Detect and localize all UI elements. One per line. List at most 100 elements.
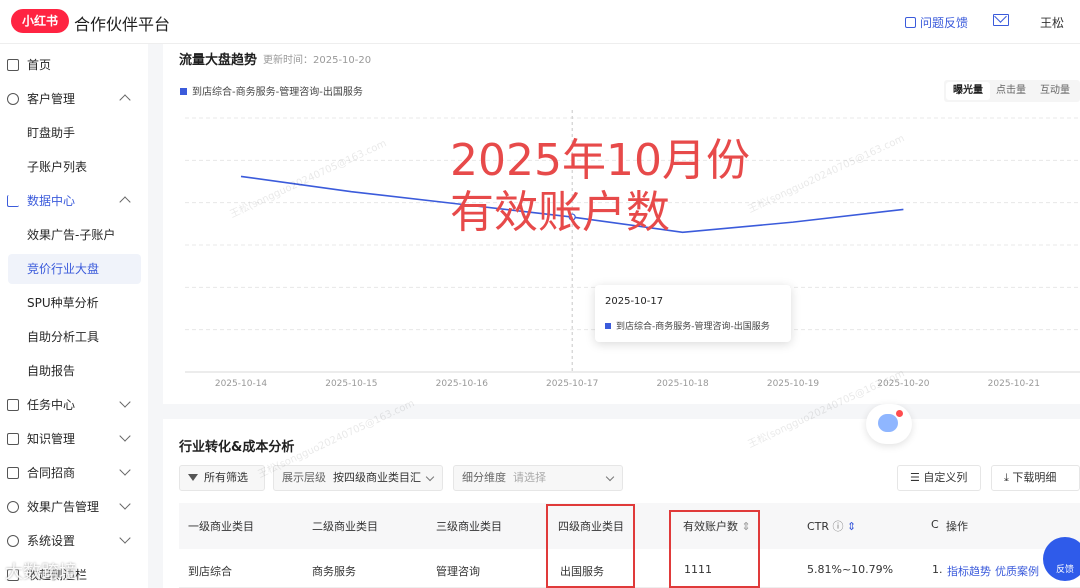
sidebar-item-label: 子账户列表 bbox=[27, 160, 88, 174]
user-name[interactable]: 王松 bbox=[1040, 14, 1064, 31]
button-label: 所有筛选 bbox=[204, 471, 248, 484]
user-icon bbox=[7, 93, 19, 105]
mail-icon[interactable] bbox=[993, 14, 1009, 26]
x-tick-label: 2025-10-18 bbox=[656, 379, 709, 389]
button-label: 下载明细 bbox=[1012, 471, 1057, 484]
sidebar-item-bidding-industry[interactable]: 竞价行业大盘 bbox=[8, 254, 141, 284]
download-button[interactable]: ⤓ 下载明细 bbox=[991, 465, 1080, 491]
sidebar-item-self-report[interactable]: 自助报告 bbox=[0, 356, 148, 386]
table-cell: 到店综合 bbox=[188, 565, 232, 578]
user-icon bbox=[7, 501, 19, 513]
sliders-icon: ☰ bbox=[910, 471, 924, 484]
select-placeholder: 请选择 bbox=[513, 471, 546, 484]
sidebar-item-monitor-assistant[interactable]: 盯盘助手 bbox=[0, 118, 148, 148]
cases-link[interactable]: 优质案例 bbox=[995, 563, 1039, 579]
sort-icon: ⇕ bbox=[847, 520, 857, 533]
brand-logo[interactable]: 小红书 bbox=[11, 9, 69, 33]
sidebar-item-label: 数据中心 bbox=[27, 194, 76, 208]
highlight-box bbox=[669, 510, 760, 588]
sidebar-item-label: 效果广告-子账户 bbox=[27, 228, 116, 242]
tooltip-series-label: 到店综合-商务服务-管理咨询-出国服务 bbox=[616, 322, 770, 332]
sidebar-item-label: 客户管理 bbox=[27, 92, 76, 106]
sidebar-item-customers[interactable]: 客户管理 bbox=[0, 84, 148, 114]
sidebar-item-label: 知识管理 bbox=[27, 432, 76, 446]
ai-assistant-button[interactable] bbox=[866, 404, 912, 444]
x-tick-label: 2025-10-21 bbox=[988, 379, 1040, 389]
filter-icon bbox=[188, 474, 198, 481]
x-tick-label: 2025-10-17 bbox=[546, 379, 598, 389]
sidebar-item-label: 竞价行业大盘 bbox=[27, 262, 100, 276]
sidebar-item-effect-ads-mgmt[interactable]: 效果广告管理 bbox=[0, 492, 148, 522]
x-tick-label: 2025-10-14 bbox=[215, 379, 268, 389]
column-header-sortable[interactable]: CTR ⓘ ⇕ bbox=[807, 518, 856, 534]
table-cell: 1. bbox=[932, 563, 943, 576]
sidebar-item-home[interactable]: 首页 bbox=[0, 50, 148, 80]
custom-columns-button[interactable]: ☰ 自定义列 bbox=[897, 465, 981, 491]
column-header: 操作 bbox=[946, 520, 968, 533]
column-header: 三级商业类目 bbox=[436, 520, 502, 533]
dimension-select[interactable]: 细分维度 请选择 bbox=[453, 465, 623, 491]
sidebar-item-label: 自助报告 bbox=[27, 364, 76, 378]
chevron-down-icon bbox=[425, 472, 435, 482]
trend-link[interactable]: 指标趋势 bbox=[947, 563, 991, 579]
level-select[interactable]: 展示层级 按四级商业类目汇 bbox=[273, 465, 443, 491]
chevron-down-icon bbox=[119, 396, 131, 408]
sidebar-item-spu-analysis[interactable]: SPU种草分析 bbox=[0, 288, 148, 318]
notification-dot bbox=[896, 410, 903, 417]
sidebar-item-label: 任务中心 bbox=[27, 398, 76, 412]
sidebar-item-label: 首页 bbox=[27, 58, 52, 72]
feedback-icon bbox=[905, 17, 916, 28]
x-tick-label: 2025-10-15 bbox=[325, 379, 377, 389]
table-cell: 5.81%~10.79% bbox=[807, 563, 894, 576]
sidebar-item-label: SPU种草分析 bbox=[27, 296, 99, 310]
document-icon bbox=[7, 467, 19, 479]
all-filters-button[interactable]: 所有筛选 bbox=[179, 465, 265, 491]
tooltip-date: 2025-10-17 bbox=[605, 296, 664, 307]
column-header-label: CTR bbox=[807, 520, 830, 533]
sidebar-item-label: 盯盘助手 bbox=[27, 126, 76, 140]
sidebar-item-contracts[interactable]: 合同招商 bbox=[0, 458, 148, 488]
tooltip-series: 到店综合-商务服务-管理咨询-出国服务 bbox=[605, 319, 770, 332]
help-icon: ⓘ bbox=[832, 520, 844, 533]
sidebar-item-self-analysis[interactable]: 自助分析工具 bbox=[0, 322, 148, 352]
table-cell: 管理咨询 bbox=[436, 565, 480, 578]
x-tick-label: 2025-10-16 bbox=[436, 379, 489, 389]
feedback-link[interactable]: 问题反馈 bbox=[905, 14, 968, 31]
annotation-line-2: 有效账户数 bbox=[450, 187, 670, 238]
chevron-down-icon bbox=[119, 498, 131, 510]
sidebar-item-label: 系统设置 bbox=[27, 534, 76, 548]
sidebar: 首页 客户管理 盯盘助手 子账户列表 数据中心 效果广告-子账户 竞价行业大盘 … bbox=[0, 44, 148, 588]
sidebar-item-knowledge[interactable]: 知识管理 bbox=[0, 424, 148, 454]
chevron-down-icon bbox=[605, 472, 615, 482]
select-value: 按四级商业类目汇 bbox=[333, 471, 421, 484]
top-bar: 小红书 合作伙伴平台 问题反馈 王松 bbox=[0, 0, 1080, 44]
highlight-box bbox=[546, 504, 635, 588]
column-header: 一级商业类目 bbox=[188, 520, 254, 533]
sidebar-item-settings[interactable]: 系统设置 bbox=[0, 526, 148, 556]
chevron-down-icon bbox=[119, 532, 131, 544]
column-header: C bbox=[931, 518, 939, 531]
x-tick-label: 2025-10-19 bbox=[767, 379, 820, 389]
panel-title: 行业转化&成本分析 bbox=[179, 440, 295, 455]
sidebar-item-tasks[interactable]: 任务中心 bbox=[0, 390, 148, 420]
sidebar-item-data-center[interactable]: 数据中心 bbox=[0, 186, 148, 216]
chart-icon bbox=[7, 195, 19, 207]
sidebar-item-sub-accounts[interactable]: 子账户列表 bbox=[0, 152, 148, 182]
table-cell: 商务服务 bbox=[312, 565, 356, 578]
sidebar-item-label: 自助分析工具 bbox=[27, 330, 100, 344]
select-label: 展示层级 bbox=[282, 471, 326, 484]
bottom-watermark: 大数跨境 bbox=[5, 562, 77, 583]
book-icon bbox=[7, 433, 19, 445]
tooltip-swatch bbox=[605, 323, 611, 329]
feedback-label: 问题反馈 bbox=[920, 16, 969, 30]
sidebar-item-effect-ads-sub[interactable]: 效果广告-子账户 bbox=[0, 220, 148, 250]
sidebar-item-label: 合同招商 bbox=[27, 466, 76, 480]
chevron-down-icon bbox=[119, 464, 131, 476]
sidebar-item-label: 效果广告管理 bbox=[27, 500, 100, 514]
button-label: 自定义列 bbox=[923, 471, 968, 484]
feedback-fab[interactable]: 反馈 bbox=[1043, 537, 1080, 581]
chart-tooltip: 2025-10-17 到店综合-商务服务-管理咨询-出国服务 bbox=[595, 285, 791, 342]
gear-icon bbox=[7, 535, 19, 547]
annotation-line-1: 2025年10月份 bbox=[450, 135, 750, 186]
app-title: 合作伙伴平台 bbox=[74, 15, 171, 34]
